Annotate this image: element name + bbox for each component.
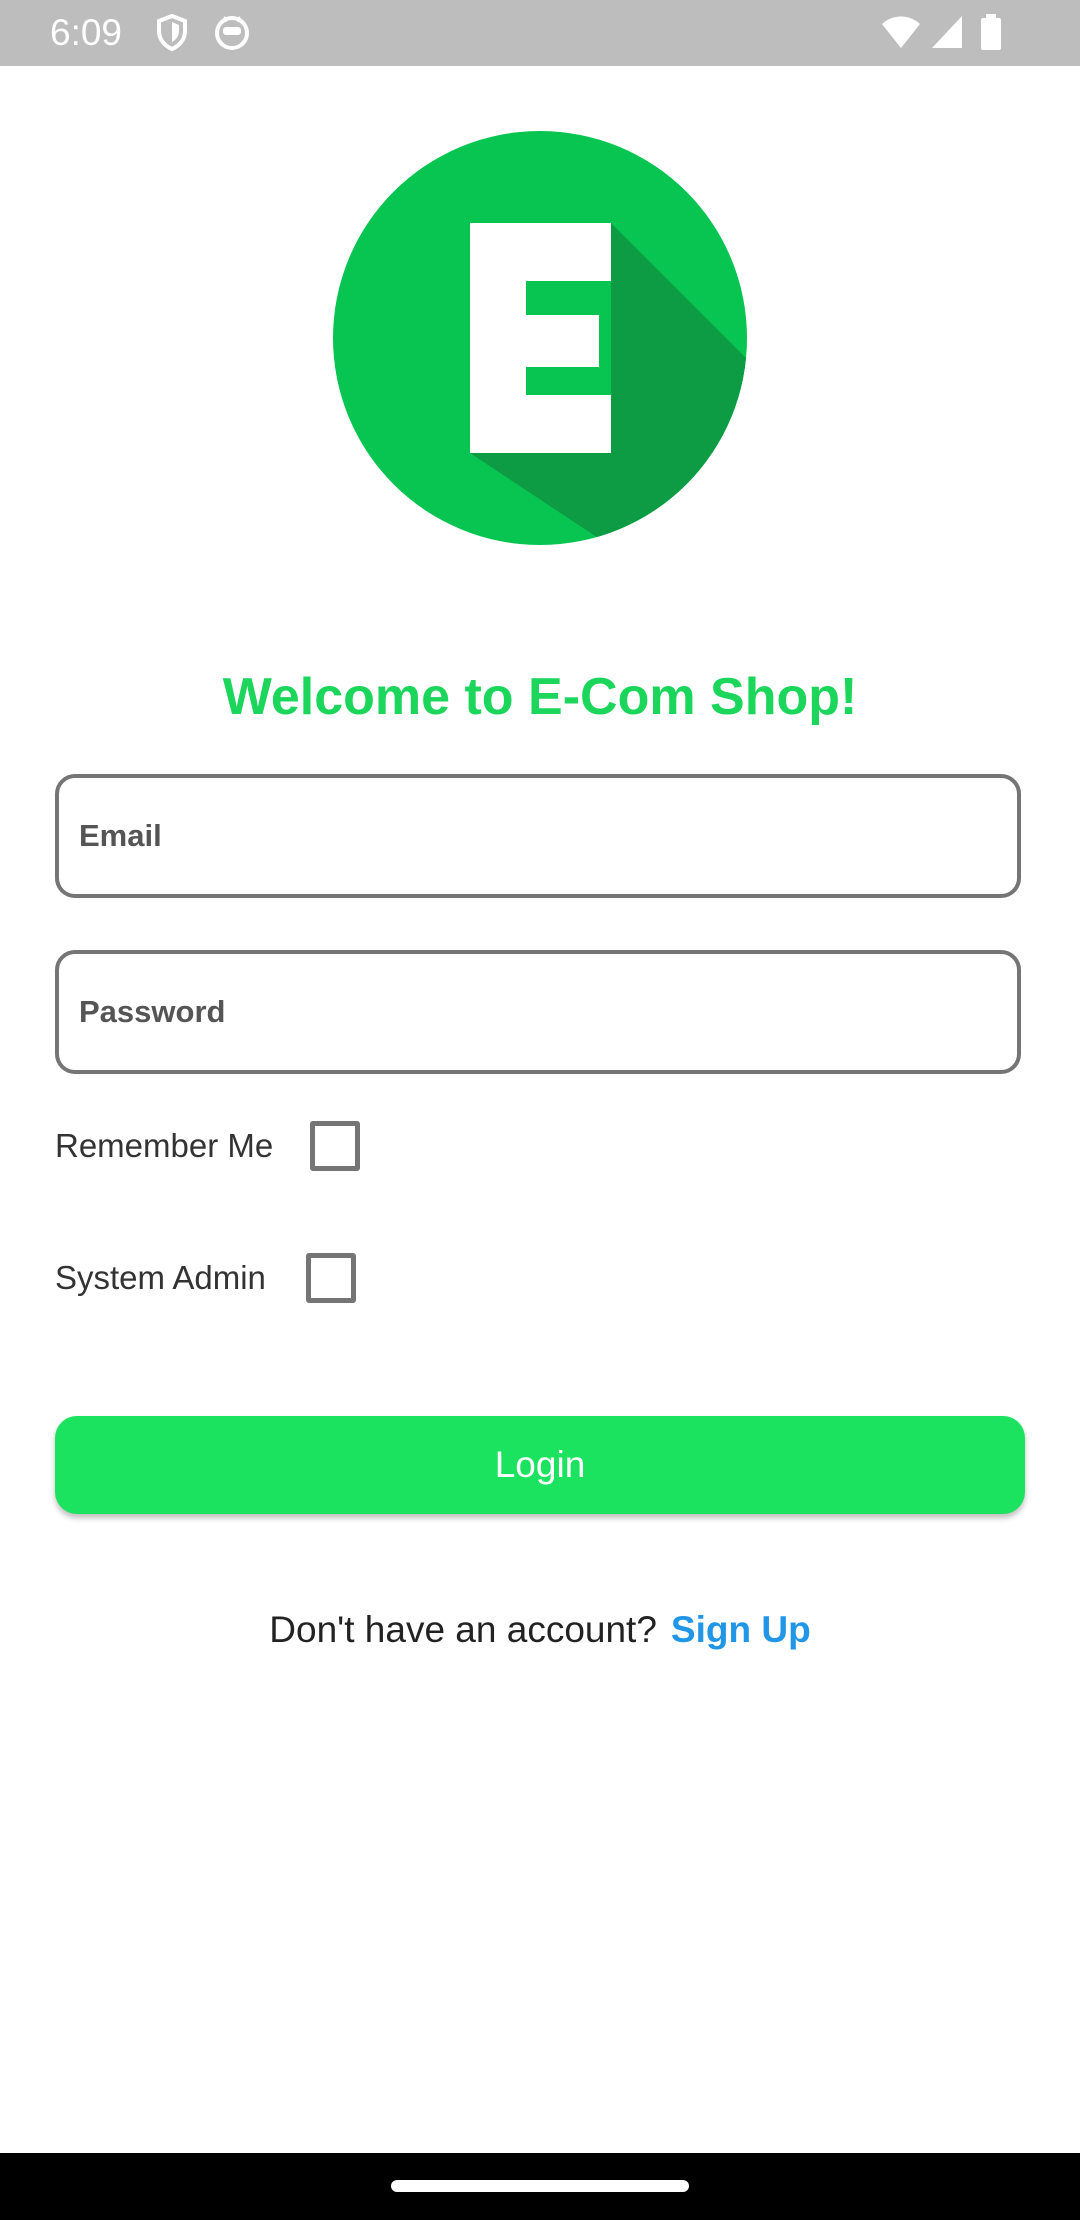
remember-me-row: Remember Me [55, 1116, 365, 1176]
battery-icon [981, 14, 1001, 50]
login-screen: 6:09 Welcome to E-Com Shop! Email Passwo… [0, 0, 1080, 2220]
password-field-label: Password [79, 994, 226, 1029]
wifi-icon [882, 16, 920, 48]
navigation-bar [0, 2153, 1080, 2220]
password-field[interactable]: Password [55, 950, 1021, 1074]
signup-row: Don't have an account? Sign Up [0, 1600, 1080, 1660]
status-time: 6:09 [50, 12, 123, 53]
home-indicator[interactable] [391, 2180, 689, 2192]
system-admin-label: System Admin [55, 1259, 266, 1296]
system-admin-row: System Admin [55, 1248, 365, 1308]
shield-icon [157, 13, 187, 52]
login-button[interactable]: Login [55, 1416, 1025, 1514]
sign-up-link[interactable]: Sign Up [671, 1609, 811, 1650]
remember-me-label: Remember Me [55, 1127, 274, 1164]
system-admin-checkbox[interactable] [306, 1253, 356, 1303]
app-logo [333, 131, 747, 545]
cat-face-icon [215, 16, 249, 50]
signup-prompt: Don't have an account? [269, 1609, 657, 1650]
email-field[interactable]: Email [55, 774, 1021, 898]
email-field-label: Email [79, 818, 162, 853]
welcome-title: Welcome to E-Com Shop! [222, 668, 858, 726]
cell-signal-icon [932, 16, 962, 48]
status-bar: 6:09 [0, 0, 1080, 66]
remember-me-checkbox[interactable] [310, 1121, 360, 1171]
